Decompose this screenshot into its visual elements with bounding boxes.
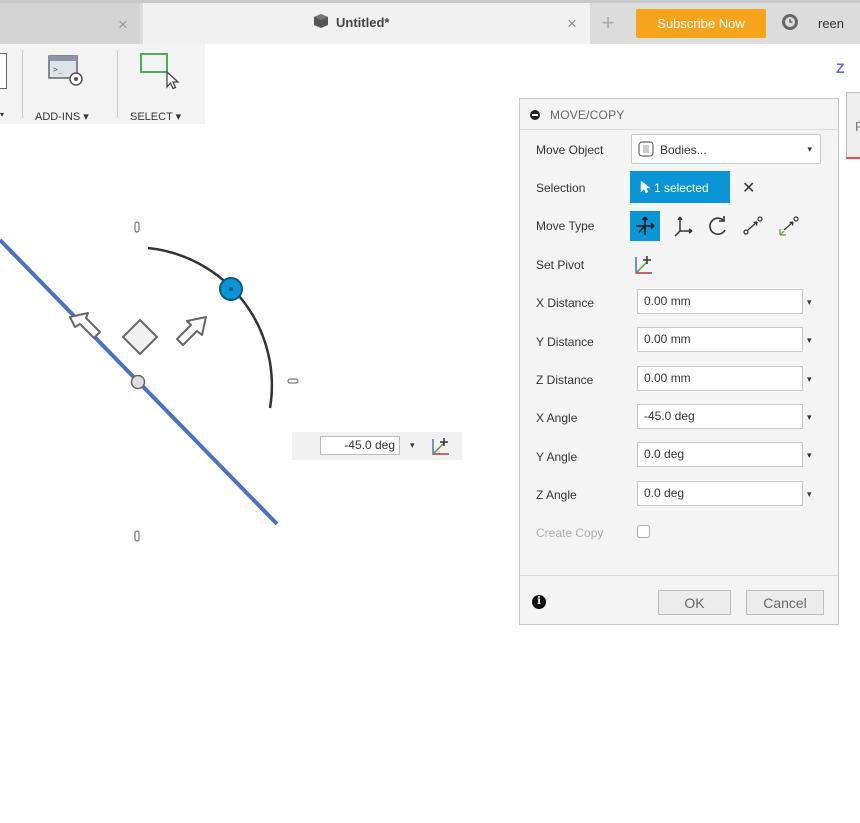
selection-label: Selection xyxy=(536,181,586,195)
clear-selection-icon[interactable]: ✕ xyxy=(742,178,755,198)
rotate-icon[interactable] xyxy=(703,211,733,241)
viewport-canvas[interactable] xyxy=(0,0,520,823)
z-distance-input[interactable]: 0.00 mm xyxy=(637,366,803,391)
x-distance-dropdown[interactable]: ▾ xyxy=(807,297,812,308)
y-distance-label: Y Distance xyxy=(536,335,594,349)
move-type-label: Move Type xyxy=(536,219,595,233)
info-icon[interactable]: i xyxy=(532,595,546,609)
angle-dropdown-caret[interactable]: ▾ xyxy=(410,440,415,451)
scale-handle-top[interactable] xyxy=(134,221,140,233)
subscribe-button[interactable]: Subscribe Now xyxy=(636,9,766,38)
x-angle-input[interactable]: -45.0 deg xyxy=(637,404,803,429)
move-copy-dialog: MOVE/COPY Move Object Bodies... ▾ Select… xyxy=(519,98,839,625)
point-to-position-icon[interactable] xyxy=(774,211,804,241)
collapse-icon[interactable] xyxy=(530,110,540,120)
rotation-handle-dot xyxy=(229,287,233,291)
translate-arrow-left[interactable] xyxy=(69,312,101,339)
tab-close-icon[interactable]: × xyxy=(567,14,577,34)
dialog-footer: i OK Cancel xyxy=(520,575,838,625)
free-move-icon[interactable] xyxy=(630,211,660,241)
rotation-arc[interactable] xyxy=(147,246,274,409)
selection-button[interactable]: 1 selected xyxy=(630,171,730,203)
set-pivot-icon[interactable] xyxy=(632,253,656,277)
dialog-header: MOVE/COPY xyxy=(520,99,838,130)
view-cube-axis-edge xyxy=(846,157,860,159)
y-angle-label: Y Angle xyxy=(536,450,578,464)
free-move-diamond-handle[interactable] xyxy=(121,318,159,356)
create-copy-checkbox[interactable] xyxy=(637,525,650,538)
z-distance-dropdown[interactable]: ▾ xyxy=(807,374,812,385)
scale-handle-bottom[interactable] xyxy=(134,530,140,542)
scale-handle-right[interactable] xyxy=(287,378,299,384)
user-name[interactable]: reen xyxy=(818,16,844,31)
view-cube[interactable]: F xyxy=(846,92,860,159)
z-distance-label: Z Distance xyxy=(536,373,594,387)
z-angle-input[interactable]: 0.0 deg xyxy=(637,481,803,506)
chevron-down-icon: ▾ xyxy=(807,144,812,154)
y-distance-dropdown[interactable]: ▾ xyxy=(807,335,812,346)
move-object-label: Move Object xyxy=(536,143,604,157)
y-angle-dropdown[interactable]: ▾ xyxy=(807,450,812,461)
x-angle-dropdown[interactable]: ▾ xyxy=(807,412,812,423)
cancel-button[interactable]: Cancel xyxy=(746,590,824,615)
floating-angle-input: -45.0 deg ▾ xyxy=(292,432,462,460)
selection-count: 1 selected xyxy=(654,181,709,195)
angle-value-input[interactable]: -45.0 deg xyxy=(320,436,400,455)
translate-arrow-right[interactable] xyxy=(176,316,207,346)
z-angle-dropdown[interactable]: ▾ xyxy=(807,489,812,500)
bodies-icon xyxy=(638,141,654,157)
set-pivot-label: Set Pivot xyxy=(536,258,585,272)
dialog-title: MOVE/COPY xyxy=(550,108,625,122)
x-distance-label: X Distance xyxy=(536,296,595,310)
point-to-point-icon[interactable] xyxy=(738,211,768,241)
axis-z-label: Z xyxy=(836,60,845,76)
move-object-select[interactable]: Bodies... ▾ xyxy=(631,134,821,164)
x-distance-input[interactable]: 0.00 mm xyxy=(637,289,803,314)
clock-icon[interactable] xyxy=(781,13,799,31)
pivot-icon[interactable] xyxy=(430,435,452,457)
new-tab-button[interactable]: + xyxy=(594,9,622,37)
cursor-arrow-icon xyxy=(640,180,651,194)
create-copy-label: Create Copy xyxy=(536,526,604,540)
pivot-point-handle[interactable] xyxy=(130,374,146,390)
x-angle-label: X Angle xyxy=(536,411,578,425)
z-angle-label: Z Angle xyxy=(536,488,577,502)
view-cube-face-label: F xyxy=(855,119,860,134)
move-object-value: Bodies... xyxy=(660,143,707,157)
translate-xyz-icon[interactable] xyxy=(668,211,698,241)
y-distance-input[interactable]: 0.00 mm xyxy=(637,327,803,352)
ok-button[interactable]: OK xyxy=(658,590,731,615)
y-angle-input[interactable]: 0.0 deg xyxy=(637,442,803,467)
